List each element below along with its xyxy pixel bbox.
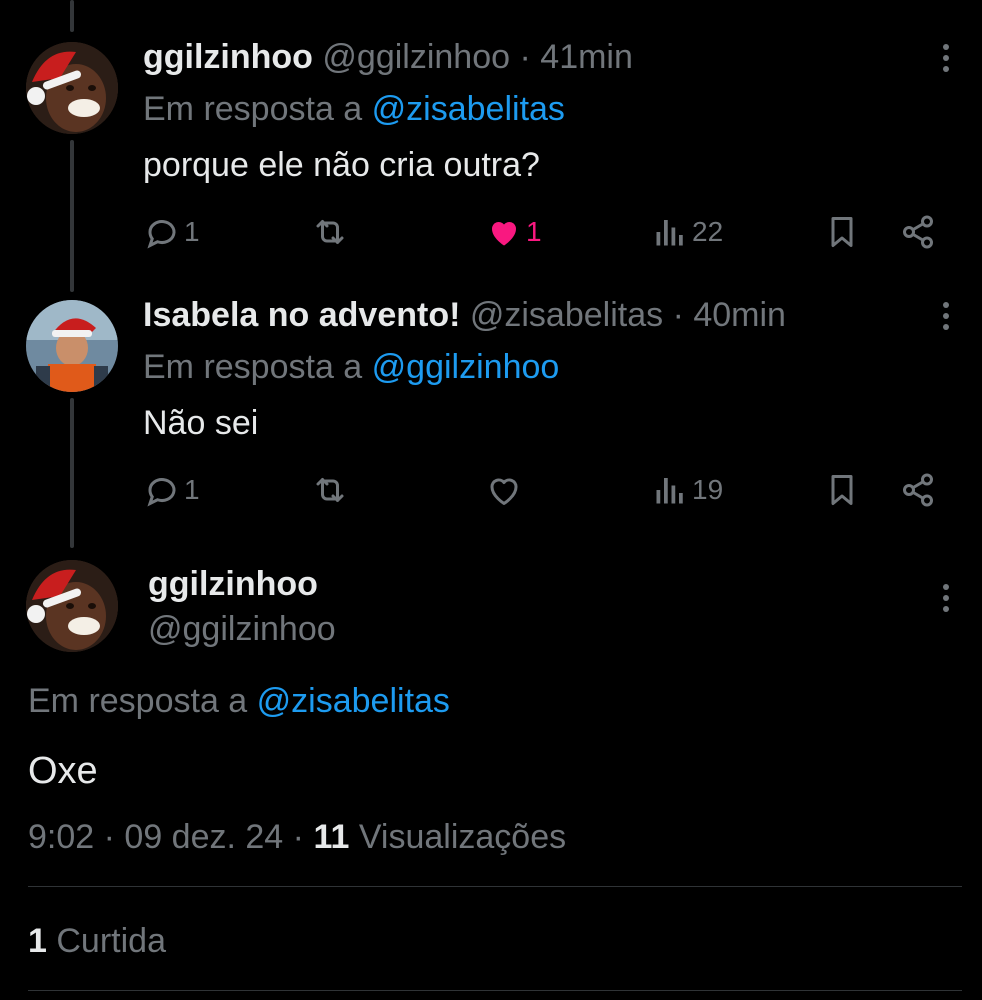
mention-link[interactable]: @ggilzinhoo [372, 348, 560, 386]
more-options-icon[interactable] [940, 584, 952, 618]
post-date[interactable]: 09 dez. 24 [124, 818, 283, 856]
heart-icon [490, 478, 518, 505]
reply-button[interactable]: 1 [144, 212, 200, 252]
heart-icon [491, 221, 517, 246]
views-count: 11 [313, 818, 350, 856]
action-bar: 1 19 [140, 470, 942, 510]
action-bar: 1 1 22 [140, 212, 942, 252]
tweet-text: Não sei [143, 404, 259, 442]
retweet-icon [316, 220, 344, 244]
likes-summary[interactable]: 1 Curtida [28, 922, 166, 961]
more-options-icon[interactable] [940, 44, 952, 78]
user-handle[interactable]: @ggilzinhoo [322, 38, 510, 76]
retweet-icon [316, 478, 344, 502]
mention-link[interactable]: @zisabelitas [372, 90, 565, 128]
main-reply-context: Em resposta a @zisabelitas [28, 682, 450, 721]
separator: · [672, 296, 684, 334]
retweet-button[interactable] [312, 212, 352, 252]
reply-button[interactable]: 1 [144, 470, 200, 510]
main-user-handle[interactable]: @ggilzinhoo [148, 610, 336, 649]
avatar[interactable] [26, 42, 118, 134]
tweet-1[interactable]: ggilzinhoo @ggilzinhoo · 41min Em respos… [0, 38, 982, 258]
separator: · [292, 818, 304, 856]
bookmark-icon [831, 475, 853, 505]
share-button[interactable] [900, 212, 936, 252]
share-button[interactable] [900, 470, 936, 510]
main-tweet-text: Oxe [28, 750, 98, 792]
tweet-text: porque ele não cria outra? [143, 146, 540, 184]
reply-context: Em resposta a @zisabelitas [143, 90, 565, 129]
views-icon [656, 478, 683, 504]
views-icon [656, 220, 683, 246]
separator: · [103, 818, 115, 856]
bookmark-button[interactable] [824, 212, 860, 252]
post-time[interactable]: 9:02 [28, 818, 94, 856]
timestamp[interactable]: 40min [693, 296, 786, 334]
mention-link[interactable]: @zisabelitas [257, 682, 450, 720]
reply-context: Em resposta a @ggilzinhoo [143, 348, 559, 387]
bookmark-icon [831, 217, 853, 247]
avatar[interactable] [26, 300, 118, 392]
reply-icon [147, 478, 176, 507]
views-button[interactable]: 19 [652, 470, 723, 510]
main-display-name[interactable]: ggilzinhoo [148, 565, 318, 604]
reply-prefix: Em resposta a [143, 348, 363, 386]
views-count: 22 [692, 216, 724, 247]
thread-line [70, 0, 74, 32]
share-icon [903, 215, 933, 249]
main-avatar[interactable] [26, 560, 118, 652]
more-options-icon[interactable] [940, 302, 952, 336]
display-name[interactable]: ggilzinhoo [143, 38, 313, 76]
user-handle[interactable]: @zisabelitas [470, 296, 663, 334]
retweet-button[interactable] [312, 470, 352, 510]
like-button[interactable]: 1 [486, 212, 542, 252]
share-icon [903, 473, 933, 507]
bookmark-button[interactable] [824, 470, 860, 510]
tweet-header: Isabela no advento! @zisabelitas · 40min [143, 296, 786, 335]
views-button[interactable]: 22 [652, 212, 723, 252]
reply-count: 1 [184, 216, 200, 247]
views-label: Visualizações [358, 818, 567, 856]
like-button[interactable] [486, 470, 526, 510]
tweet-meta: 9:02 · 09 dez. 24 · 11 Visualizações [28, 818, 566, 857]
tweet-header: ggilzinhoo @ggilzinhoo · 41min [143, 38, 633, 77]
reply-prefix: Em resposta a [28, 682, 248, 720]
views-count: 19 [692, 474, 724, 505]
likes-count: 1 [28, 922, 47, 960]
timestamp[interactable]: 41min [540, 38, 633, 76]
reply-prefix: Em resposta a [143, 90, 363, 128]
separator: · [519, 38, 531, 76]
likes-label: Curtida [56, 922, 166, 960]
reply-count: 1 [184, 474, 200, 505]
divider [28, 886, 962, 887]
display-name[interactable]: Isabela no advento! [143, 296, 460, 334]
divider [28, 990, 962, 991]
reply-icon [147, 220, 176, 249]
like-count: 1 [526, 216, 542, 247]
tweet-2[interactable]: Isabela no advento! @zisabelitas · 40min… [0, 296, 982, 516]
